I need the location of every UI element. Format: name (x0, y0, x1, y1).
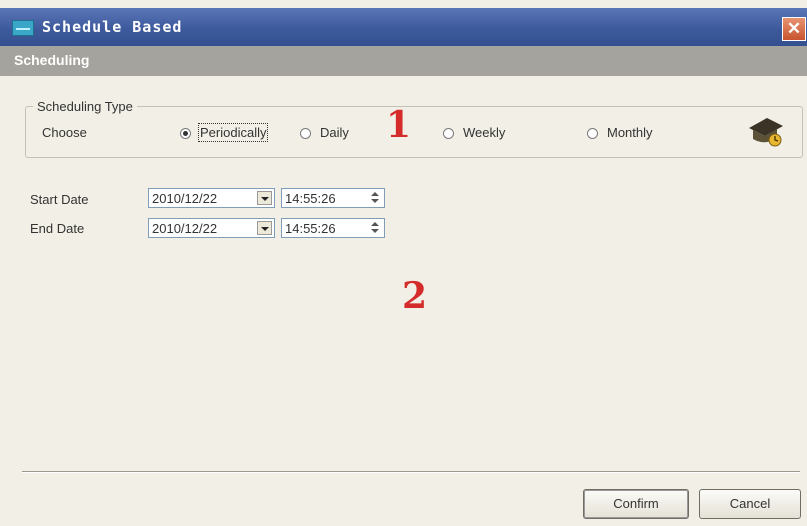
radio-monthly-label[interactable]: Monthly (607, 125, 653, 140)
section-title: Scheduling (14, 52, 90, 68)
radio-weekly-label[interactable]: Weekly (463, 125, 505, 140)
spinner-icon[interactable] (368, 191, 382, 205)
window-title: Schedule Based (42, 18, 183, 36)
radio-daily-label[interactable]: Daily (320, 125, 349, 140)
chevron-down-icon[interactable] (257, 221, 272, 235)
confirm-button[interactable]: Confirm (583, 489, 689, 519)
spinner-icon[interactable] (368, 221, 382, 235)
close-button[interactable]: ✕ (782, 17, 806, 41)
chevron-down-icon[interactable] (257, 191, 272, 205)
scheduler-hat-icon (749, 118, 783, 147)
marker-two: 2 (402, 275, 428, 317)
scheduling-type-legend: Scheduling Type (33, 99, 137, 114)
start-date-picker[interactable]: 2010/12/22 (148, 188, 275, 208)
radio-weekly-button[interactable] (443, 128, 454, 139)
footer-divider (22, 471, 800, 473)
marker-one: 1 (386, 104, 412, 146)
start-date-value: 2010/12/22 (152, 191, 218, 206)
start-time-spinner[interactable]: 14:55:26 (281, 188, 385, 208)
end-date-value: 2010/12/22 (152, 221, 218, 236)
end-date-label: End Date (30, 221, 85, 236)
choose-label: Choose (42, 125, 87, 140)
end-time-spinner[interactable]: 14:55:26 (281, 218, 385, 238)
radio-periodically-button[interactable] (180, 128, 191, 139)
radio-monthly-button[interactable] (587, 128, 598, 139)
end-time-value: 14:55:26 (285, 221, 336, 236)
app-icon (12, 20, 34, 36)
radio-daily-button[interactable] (300, 128, 311, 139)
scheduling-type-group (25, 106, 803, 158)
start-time-value: 14:55:26 (285, 191, 336, 206)
radio-periodically-label[interactable]: Periodically (197, 123, 269, 142)
cancel-button[interactable]: Cancel (699, 489, 801, 519)
title-bar: Schedule Based ✕ (0, 8, 807, 46)
end-date-picker[interactable]: 2010/12/22 (148, 218, 275, 238)
start-date-label: Start Date (30, 192, 89, 207)
section-header: Scheduling (0, 46, 807, 76)
dialog-window: Schedule Based ✕ Scheduling Scheduling T… (0, 0, 807, 526)
close-icon: ✕ (786, 19, 802, 38)
